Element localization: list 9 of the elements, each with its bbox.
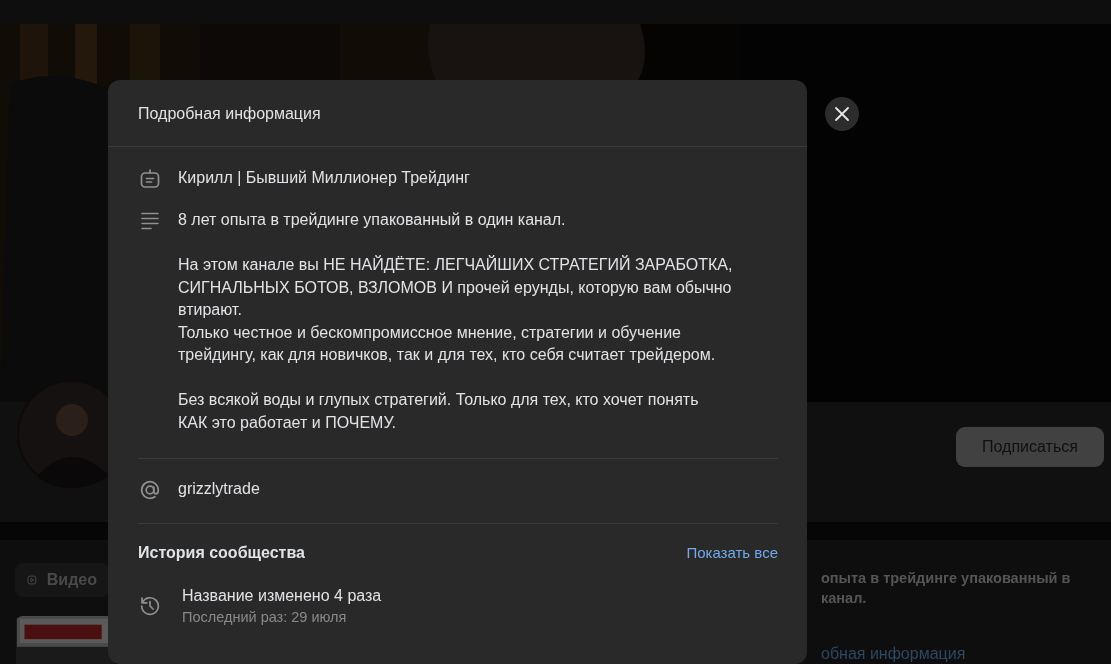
details-link[interactable]: обная информация bbox=[821, 645, 1111, 663]
history-item-title: Название изменено 4 раза bbox=[182, 587, 382, 605]
about-text: опыта в трейдинге упакованный в канал. bbox=[821, 569, 1072, 608]
handle-text: grizzlytrade bbox=[178, 479, 261, 499]
at-sign-icon bbox=[138, 478, 162, 502]
show-all-link[interactable]: Показать все bbox=[686, 544, 778, 561]
section-title: История сообщества bbox=[138, 544, 305, 562]
history-icon bbox=[138, 594, 162, 618]
history-item-subtitle: Последний раз: 29 июля bbox=[182, 609, 348, 625]
